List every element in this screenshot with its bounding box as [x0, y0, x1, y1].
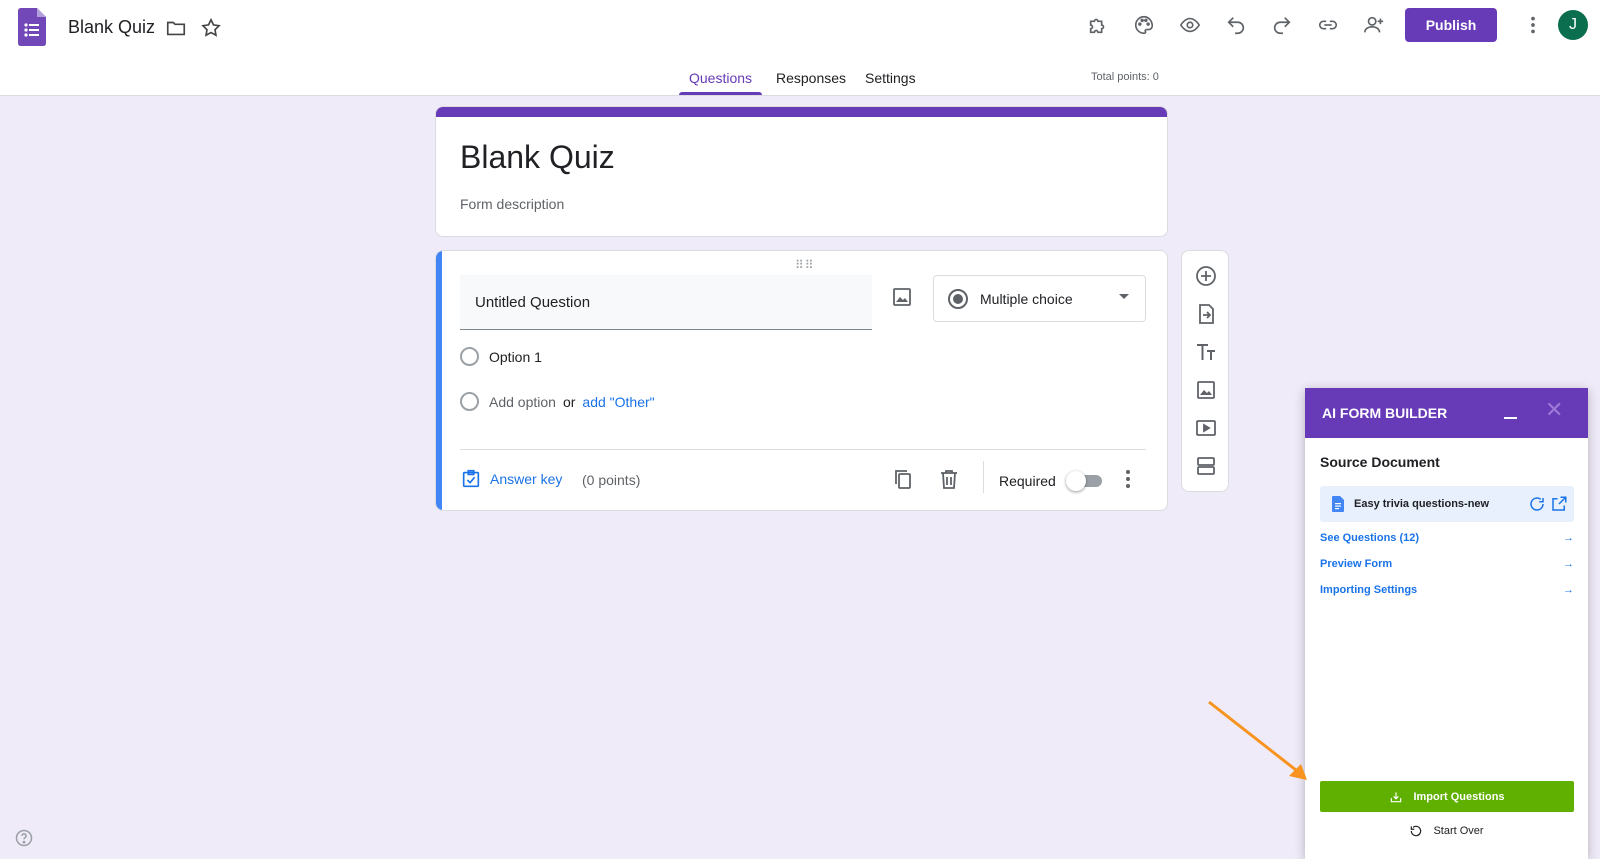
- radio-button-icon: [948, 288, 968, 309]
- arrow-right-icon: →: [1563, 584, 1574, 596]
- question-card: ⠿⠿ Multiple choice Option 1 Add option o…: [435, 250, 1168, 511]
- add-collaborator-icon[interactable]: [1361, 12, 1387, 38]
- preview-form-label: Preview Form: [1320, 558, 1393, 570]
- form-title-card: Blank Quiz Form description: [435, 106, 1168, 237]
- import-questions-button[interactable]: Import Questions: [1320, 781, 1574, 812]
- add-title-icon[interactable]: [1194, 340, 1218, 364]
- ai-panel-header: AI FORM BUILDER ✕: [1305, 388, 1588, 438]
- addons-icon[interactable]: [1085, 12, 1111, 38]
- question-type-label: Multiple choice: [980, 290, 1073, 307]
- source-document-name: Easy trivia questions-new: [1354, 498, 1490, 510]
- option-radio[interactable]: [460, 347, 479, 366]
- add-section-icon[interactable]: [1194, 454, 1218, 478]
- start-over-label: Start Over: [1433, 825, 1484, 837]
- question-title-input[interactable]: [460, 275, 872, 330]
- points-value: (0 points): [582, 472, 641, 488]
- add-option-row: Add option or add "Other": [460, 392, 655, 411]
- doc-title[interactable]: Blank Quiz: [68, 17, 155, 38]
- add-question-icon[interactable]: [1194, 264, 1218, 288]
- answer-key-icon: [462, 469, 480, 488]
- avatar[interactable]: J: [1558, 10, 1588, 40]
- source-document-chip[interactable]: Easy trivia questions-new: [1320, 486, 1574, 522]
- import-questions-label: Import Questions: [1413, 790, 1505, 803]
- or-text: or: [562, 393, 576, 410]
- required-toggle[interactable]: [1066, 471, 1104, 491]
- active-card-indicator: [436, 251, 442, 510]
- question-more-icon[interactable]: [1116, 467, 1140, 491]
- importing-settings-label: Importing Settings: [1320, 584, 1418, 596]
- delete-icon[interactable]: [937, 467, 961, 491]
- answer-key-label: Answer key: [490, 471, 563, 487]
- add-image-icon[interactable]: [1194, 378, 1218, 402]
- side-toolbar: [1181, 250, 1229, 492]
- help-icon[interactable]: [14, 828, 34, 848]
- link-icon[interactable]: [1315, 12, 1341, 38]
- title-card-accent: [436, 107, 1167, 117]
- refresh-icon[interactable]: [1528, 495, 1546, 513]
- preview-eye-icon[interactable]: [1177, 12, 1203, 38]
- redo-icon[interactable]: [1269, 12, 1295, 38]
- add-other-link[interactable]: add "Other": [582, 394, 654, 410]
- ai-panel-title: AI FORM BUILDER: [1322, 405, 1448, 421]
- palette-icon[interactable]: [1131, 12, 1157, 38]
- more-vert-icon[interactable]: [1520, 12, 1546, 38]
- add-video-icon[interactable]: [1194, 416, 1218, 440]
- form-description[interactable]: Form description: [460, 196, 564, 212]
- form-title[interactable]: Blank Quiz: [460, 139, 615, 176]
- footer-separator: [983, 461, 984, 493]
- toggle-knob: [1066, 471, 1086, 491]
- publish-button[interactable]: Publish: [1405, 8, 1497, 42]
- source-document-heading: Source Document: [1320, 454, 1440, 470]
- drag-handle-icon[interactable]: ⠿⠿: [795, 258, 815, 272]
- annotation-arrow-icon: [1208, 700, 1307, 780]
- add-option-link[interactable]: Add option: [489, 394, 556, 410]
- importing-settings-link[interactable]: Importing Settings →: [1320, 584, 1574, 596]
- forms-logo-icon[interactable]: [18, 8, 46, 46]
- arrow-right-icon: →: [1563, 532, 1574, 544]
- required-label: Required: [999, 473, 1056, 489]
- open-external-icon[interactable]: [1550, 495, 1568, 513]
- see-questions-link[interactable]: See Questions (12) →: [1320, 532, 1574, 544]
- dropdown-caret-icon: [1119, 294, 1129, 299]
- tab-responses[interactable]: Responses: [776, 70, 846, 86]
- tab-questions[interactable]: Questions: [689, 70, 752, 86]
- close-icon[interactable]: ✕: [1545, 399, 1565, 421]
- option-row: Option 1: [460, 347, 542, 366]
- minimize-icon[interactable]: [1501, 402, 1521, 422]
- add-option-radio: [460, 392, 479, 411]
- question-type-select[interactable]: Multiple choice: [933, 275, 1146, 322]
- app-header: Blank Quiz Publish J Questions Responses…: [0, 0, 1600, 96]
- import-questions-icon[interactable]: [1194, 302, 1218, 326]
- total-points: Total points: 0: [1091, 71, 1159, 83]
- arrow-right-icon: →: [1563, 558, 1574, 570]
- undo-icon[interactable]: [1223, 12, 1249, 38]
- preview-form-link[interactable]: Preview Form →: [1320, 558, 1574, 570]
- active-tab-indicator: [679, 92, 762, 95]
- see-questions-label: See Questions (12): [1320, 532, 1420, 544]
- duplicate-icon[interactable]: [891, 467, 915, 491]
- google-doc-icon: [1332, 496, 1344, 512]
- restart-icon: [1411, 825, 1422, 837]
- import-icon: [1391, 791, 1402, 802]
- folder-icon[interactable]: [163, 15, 189, 41]
- start-over-button[interactable]: Start Over: [1305, 824, 1588, 838]
- option-label[interactable]: Option 1: [489, 349, 542, 365]
- add-image-icon[interactable]: [890, 285, 914, 309]
- answer-key-button[interactable]: Answer key: [460, 468, 562, 490]
- footer-divider: [460, 449, 1146, 450]
- tab-settings[interactable]: Settings: [865, 70, 916, 86]
- star-icon[interactable]: [198, 15, 224, 41]
- ai-form-builder-panel: AI FORM BUILDER ✕ Source Document Easy t…: [1305, 388, 1588, 859]
